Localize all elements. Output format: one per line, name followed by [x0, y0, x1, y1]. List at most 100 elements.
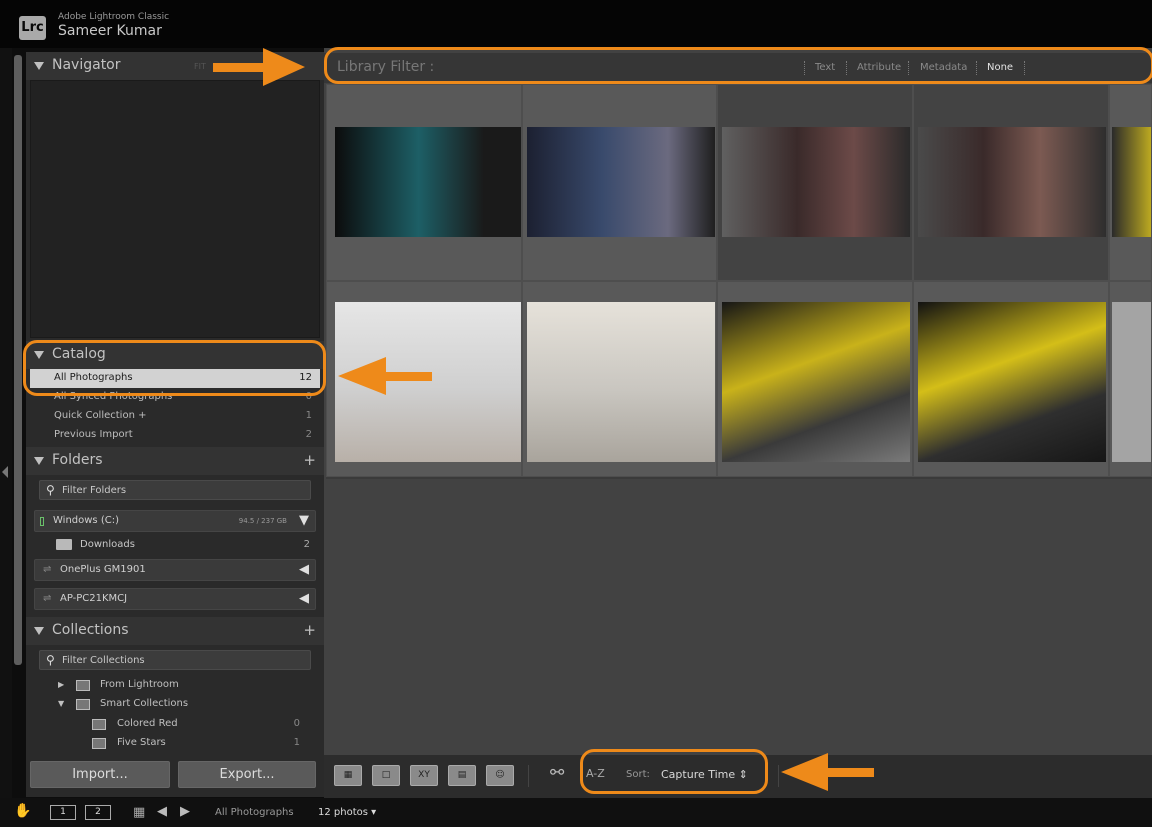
annotation-box-sort — [580, 749, 768, 794]
catalog-item-count: 1 — [305, 410, 312, 421]
collapse-left-icon[interactable] — [2, 466, 8, 478]
photo-cell[interactable] — [1109, 281, 1152, 477]
collections-header[interactable]: Collections + — [26, 617, 324, 645]
export-button[interactable]: Export... — [178, 761, 316, 788]
volume-oneplus[interactable]: ⇌ OnePlus GM1901 ◀ — [34, 559, 316, 581]
filter-folders-input[interactable]: ⚲ Filter Folders — [39, 480, 311, 500]
collection-set-icon — [76, 699, 90, 710]
collection-count: 1 — [293, 737, 300, 748]
photo-thumbnail[interactable] — [722, 127, 910, 237]
triangle-down-icon — [34, 62, 44, 70]
annotation-arrow-left-icon — [338, 357, 386, 395]
toolbar-separator — [778, 765, 779, 787]
photo-grid[interactable] — [326, 84, 1152, 479]
collection-label: Five Stars — [117, 737, 166, 748]
collection-set-from-lightroom[interactable]: ▶ From Lightroom — [30, 676, 320, 695]
triangle-left-icon[interactable]: ◀ — [299, 562, 309, 577]
collection-five-stars[interactable]: Five Stars 1 — [30, 734, 320, 753]
volume-label: AP-PC21KMCJ — [60, 593, 128, 604]
annotation-arrow-right-icon — [263, 48, 305, 86]
identity-plate: Sameer Kumar — [58, 23, 162, 39]
catalog-item-label: Previous Import — [54, 429, 133, 440]
grid-icon[interactable]: ▦ — [133, 805, 145, 820]
collection-label: Smart Collections — [100, 698, 189, 709]
annotation-arrow-left-icon — [781, 753, 828, 791]
photo-thumbnail[interactable] — [918, 127, 1106, 237]
import-button[interactable]: Import... — [30, 761, 170, 788]
collection-set-smart[interactable]: ▼ Smart Collections — [30, 695, 320, 714]
compare-view-icon[interactable]: XY — [410, 765, 438, 786]
folder-icon — [56, 539, 72, 550]
catalog-item-quick-collection[interactable]: Quick Collection + 1 — [30, 407, 320, 426]
smart-collection-icon — [92, 738, 106, 749]
main-window-button[interactable]: 1 — [50, 805, 76, 820]
photo-cell[interactable] — [913, 281, 1109, 477]
collection-label: Colored Red — [117, 718, 178, 729]
grid-view-icon[interactable]: ▦ — [334, 765, 362, 786]
add-collection-icon[interactable]: + — [303, 621, 316, 639]
photo-thumbnail[interactable] — [918, 302, 1106, 462]
lightroom-window: Lrc Adobe Lightroom Classic Sameer Kumar… — [0, 0, 1152, 827]
photo-thumbnail[interactable] — [335, 127, 521, 237]
annotation-arrow-shaft — [213, 63, 265, 72]
filmstrip-source[interactable]: All Photographs — [215, 807, 294, 818]
filmstrip-bar: ✋ 1 2 ▦ ◀ ▶ All Photographs 12 photos ▾ — [0, 798, 1152, 827]
volume-label: Windows (C:) — [53, 515, 119, 526]
survey-view-icon[interactable]: ▤ — [448, 765, 476, 786]
photo-cell[interactable] — [522, 281, 717, 477]
secondary-window-button[interactable]: 2 — [85, 805, 111, 820]
smart-collection-icon — [92, 719, 106, 730]
photo-cell[interactable] — [717, 84, 913, 281]
folders-header[interactable]: Folders + — [26, 447, 324, 475]
collection-set-icon — [76, 680, 90, 691]
photo-cell[interactable] — [913, 84, 1109, 281]
volume-status-icon — [40, 517, 44, 526]
annotation-box-catalog — [23, 340, 326, 396]
photo-thumbnail[interactable] — [527, 302, 715, 462]
people-view-icon[interactable]: ☺ — [486, 765, 514, 786]
photo-thumbnail[interactable] — [1112, 302, 1151, 462]
photo-thumbnail[interactable] — [527, 127, 715, 237]
collection-colored-red[interactable]: Colored Red 0 — [30, 715, 320, 734]
chevron-down-icon[interactable]: ▼ — [299, 513, 309, 528]
folders-title: Folders — [52, 452, 103, 468]
sync-icon: ⇌ — [43, 593, 52, 604]
arrow-left-icon[interactable]: ◀ — [157, 804, 167, 819]
loupe-view-icon[interactable]: □ — [372, 765, 400, 786]
volume-ap-pc[interactable]: ⇌ AP-PC21KMCJ ◀ — [34, 588, 316, 610]
photo-cell[interactable] — [717, 281, 913, 477]
photo-cell[interactable] — [326, 84, 522, 281]
left-panel-scrollbar[interactable] — [14, 55, 22, 665]
add-folder-icon[interactable]: + — [303, 451, 316, 469]
arrow-right-icon[interactable]: ▶ — [180, 804, 190, 819]
photo-cell[interactable] — [1109, 84, 1152, 281]
folder-count: 2 — [303, 539, 310, 550]
hand-pointer-icon[interactable]: ✋ — [14, 803, 31, 819]
catalog-item-previous-import[interactable]: Previous Import 2 — [30, 426, 320, 445]
navigator-title: Navigator — [52, 57, 121, 73]
volume-windows-c[interactable]: Windows (C:) 94.5 / 237 GB ▼ — [34, 510, 316, 532]
triangle-left-icon[interactable]: ◀ — [299, 591, 309, 606]
triangle-down-icon — [34, 457, 44, 465]
photo-thumbnail[interactable] — [1112, 127, 1151, 237]
photo-cell[interactable] — [522, 84, 717, 281]
photo-thumbnail[interactable] — [722, 302, 910, 462]
painter-spray-icon[interactable]: ⚯ — [550, 763, 564, 783]
photo-count-label: 12 photos — [318, 807, 368, 818]
left-panel-edge[interactable] — [0, 48, 12, 798]
catalog-item-label: Quick Collection + — [54, 410, 147, 421]
filter-collections-input[interactable]: ⚲ Filter Collections — [39, 650, 311, 670]
collections-title: Collections — [52, 622, 129, 638]
photo-count[interactable]: 12 photos ▾ — [318, 807, 376, 818]
folder-downloads[interactable]: Downloads 2 — [34, 536, 316, 554]
annotation-arrow-shaft — [384, 372, 432, 381]
chevron-down-icon: ▾ — [371, 807, 377, 818]
triangle-right-icon[interactable]: ▶ — [58, 680, 64, 689]
title-bar: Lrc Adobe Lightroom Classic Sameer Kumar — [0, 0, 1152, 48]
import-export-bar: Import... Export... — [26, 752, 324, 797]
triangle-down-icon[interactable]: ▼ — [58, 699, 64, 708]
navigator-preview[interactable] — [30, 80, 320, 338]
lrc-logo-icon: Lrc — [19, 16, 46, 40]
navigator-fit[interactable]: FIT — [194, 62, 206, 71]
toolbar-separator — [528, 765, 529, 787]
